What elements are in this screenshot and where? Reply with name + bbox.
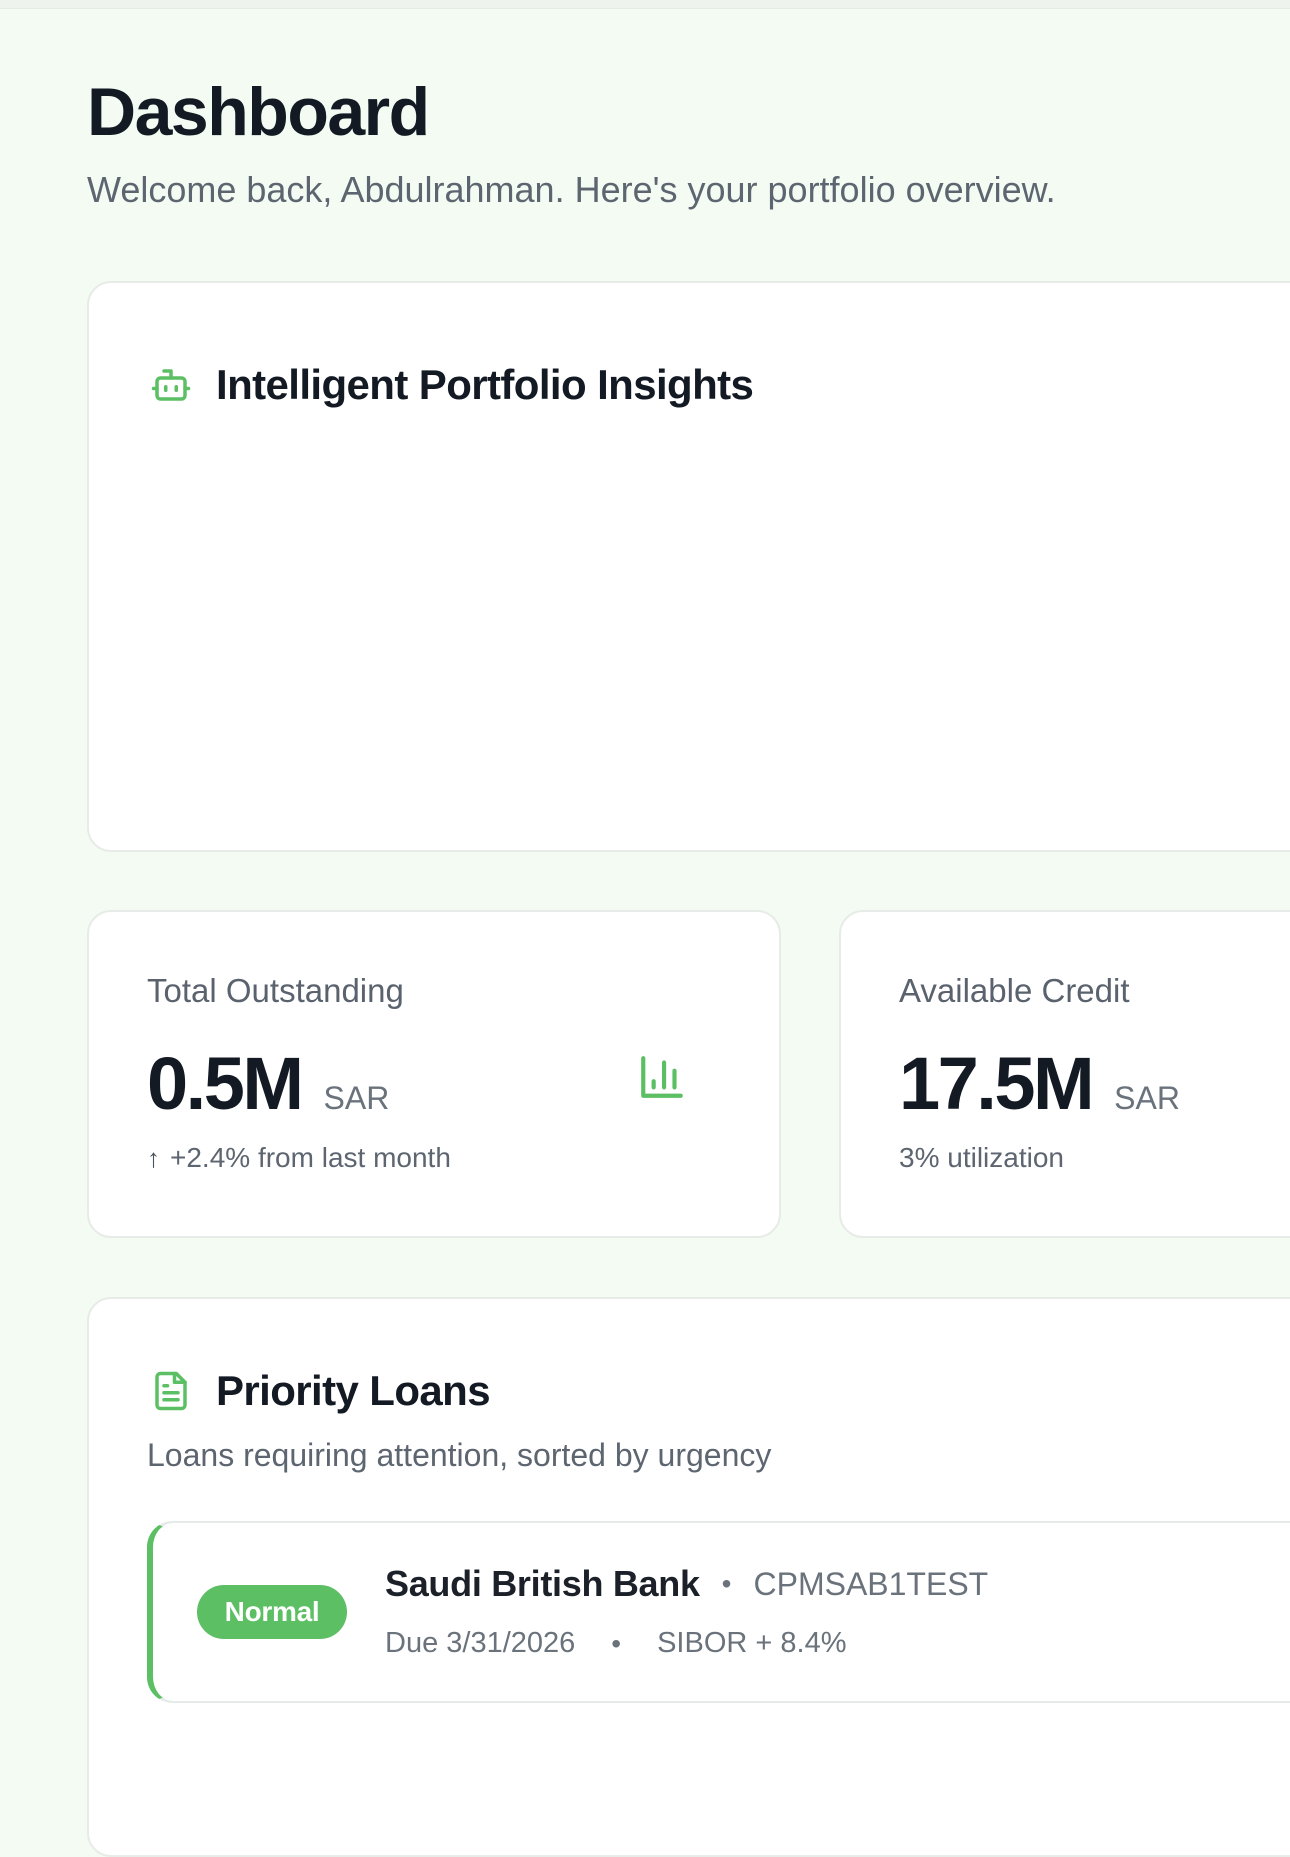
kpi-value-row: 0.5M SAR [147,1044,389,1124]
kpi-label: Total Outstanding [147,972,404,1009]
document-icon [155,1371,187,1411]
kpi-unit: SAR [1114,1080,1180,1116]
priority-loans-header: Priority Loans [150,1367,491,1415]
kpi-value: 17.5M [899,1042,1095,1125]
loan-code: CPMSAB1TEST [753,1565,989,1602]
insights-header: Intelligent Portfolio Insights [150,361,754,409]
separator-dot: • [611,1627,622,1659]
status-badge: Normal [197,1585,347,1639]
insights-title: Intelligent Portfolio Insights [216,361,754,408]
kpi-label: Available Credit [899,972,1130,1009]
priority-loans-card: Priority Loans Loans requiring attention… [87,1297,1290,1857]
bank-name: Saudi British Bank [385,1563,700,1604]
loan-list-item[interactable]: Normal Saudi British Bank • CPMSAB1TEST … [147,1521,1290,1703]
kpi-change: ↑ +2.4% from last month [147,1142,451,1174]
available-credit-card: Available Credit 17.5M SAR 3% utilizatio… [839,910,1290,1238]
total-outstanding-card: Total Outstanding 0.5M SAR ↑ +2.4% from … [87,910,781,1238]
kpi-unit: SAR [323,1080,390,1116]
kpi-utilization: 3% utilization [899,1142,1064,1173]
page-title: Dashboard [87,74,430,150]
loan-meta: Due 3/31/2026 • SIBOR + 8.4% [385,1627,847,1660]
loan-rate: SIBOR + 8.4% [657,1627,847,1659]
loan-due-date: Due 3/31/2026 [385,1627,576,1659]
loan-title: Saudi British Bank • CPMSAB1TEST [385,1563,988,1605]
robot-icon [151,369,191,401]
arrow-up-icon: ↑ [147,1142,160,1173]
kpi-change-text: +2.4% from last month [170,1142,451,1173]
kpi-value: 0.5M [147,1042,304,1125]
priority-loans-title: Priority Loans [216,1367,491,1414]
bar-chart-icon [641,1056,683,1098]
separator-dot: • [721,1568,732,1599]
insights-card: Intelligent Portfolio Insights [87,281,1290,852]
priority-loans-subtitle: Loans requiring attention, sorted by urg… [147,1437,772,1473]
page-subtitle: Welcome back, Abdulrahman. Here's your p… [87,169,1056,210]
kpi-value-row: 17.5M SAR [899,1044,1180,1124]
top-bar-edge [0,0,1290,9]
